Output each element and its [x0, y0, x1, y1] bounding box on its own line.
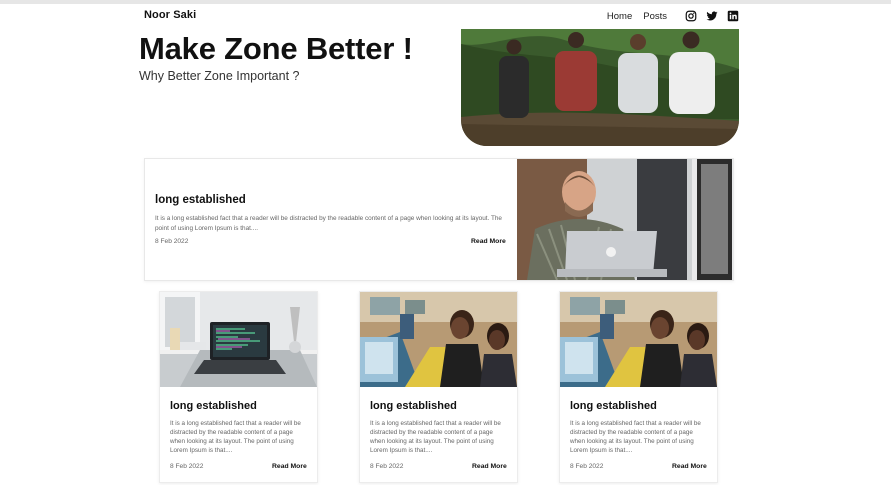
post-card-read-more-link[interactable]: Read More: [672, 463, 707, 470]
post-card-title[interactable]: long established: [370, 400, 457, 412]
post-card-excerpt: It is a long established fact that a rea…: [370, 420, 501, 455]
featured-post-card: long established It is a long establishe…: [144, 158, 734, 281]
nav-links: Home Posts: [607, 8, 739, 24]
post-card-excerpt: It is a long established fact that a rea…: [170, 420, 301, 455]
twitter-icon[interactable]: [706, 10, 718, 22]
featured-post-excerpt: It is a long established fact that a rea…: [155, 215, 502, 232]
hero-title: Make Zone Better !: [139, 31, 413, 66]
linkedin-icon[interactable]: [727, 10, 739, 22]
featured-post-date: 8 Feb 2022: [155, 238, 189, 245]
navbar: Noor Saki Home Posts: [144, 8, 739, 24]
nav-link-posts[interactable]: Posts: [643, 11, 667, 22]
featured-post-title[interactable]: long established: [155, 194, 507, 206]
post-card-read-more-link[interactable]: Read More: [272, 463, 307, 470]
post-card-title[interactable]: long established: [570, 400, 657, 412]
featured-read-more-link[interactable]: Read More: [471, 238, 506, 245]
post-card: long established It is a long establishe…: [559, 291, 718, 483]
hero-image: [461, 29, 739, 146]
brand-logo[interactable]: Noor Saki: [144, 9, 196, 21]
post-card-title[interactable]: long established: [170, 400, 257, 412]
hero-subtitle: Why Better Zone Important ?: [139, 69, 300, 83]
instagram-icon[interactable]: [685, 10, 697, 22]
post-card-date: 8 Feb 2022: [370, 463, 404, 470]
post-card-read-more-link[interactable]: Read More: [472, 463, 507, 470]
post-card-image: [560, 292, 717, 387]
featured-post-body: long established It is a long establishe…: [155, 194, 507, 233]
nav-link-home[interactable]: Home: [607, 11, 632, 22]
post-card: long established It is a long establishe…: [159, 291, 318, 483]
post-card: long established It is a long establishe…: [359, 291, 518, 483]
post-card-excerpt: It is a long established fact that a rea…: [570, 420, 701, 455]
featured-post-image: [517, 159, 734, 280]
post-card-date: 8 Feb 2022: [570, 463, 604, 470]
top-border: [0, 0, 891, 4]
post-card-image: [360, 292, 517, 387]
post-card-image: [160, 292, 317, 387]
post-card-date: 8 Feb 2022: [170, 463, 204, 470]
